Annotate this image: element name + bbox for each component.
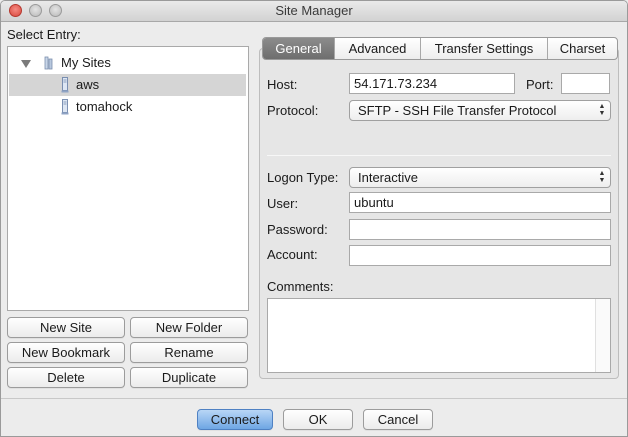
- logon-type-label: Logon Type:: [267, 170, 339, 185]
- new-site-button[interactable]: New Site: [7, 317, 125, 338]
- server-icon: [61, 77, 69, 93]
- tab-transfer-settings[interactable]: Transfer Settings: [421, 38, 548, 59]
- tab-advanced[interactable]: Advanced: [335, 38, 421, 59]
- host-input[interactable]: 54.171.73.234: [349, 73, 515, 94]
- logon-type-select[interactable]: Interactive ▲ ▼: [349, 167, 611, 188]
- connect-button[interactable]: Connect: [197, 409, 273, 430]
- tree-item-label: My Sites: [61, 55, 111, 70]
- select-arrows-icon: ▲ ▼: [598, 103, 606, 117]
- site-tree[interactable]: My Sites aws tomahock: [7, 46, 249, 311]
- tree-item-aws[interactable]: aws: [9, 74, 246, 96]
- disclosure-triangle-icon[interactable]: [21, 60, 31, 68]
- protocol-label: Protocol:: [267, 103, 319, 118]
- protocol-selected-value: SFTP - SSH File Transfer Protocol: [358, 103, 557, 118]
- duplicate-button[interactable]: Duplicate: [130, 367, 248, 388]
- user-input[interactable]: ubuntu: [349, 192, 611, 213]
- folder-icon: [44, 56, 53, 70]
- tree-item-tomahock[interactable]: tomahock: [8, 96, 248, 118]
- ok-button[interactable]: OK: [283, 409, 353, 430]
- tab-charset[interactable]: Charset: [548, 38, 617, 59]
- footer-divider: [1, 398, 627, 399]
- select-arrows-icon: ▲ ▼: [598, 170, 606, 184]
- user-label: User:: [267, 196, 299, 211]
- port-input[interactable]: [561, 73, 610, 94]
- tree-item-label: tomahock: [76, 99, 133, 114]
- delete-button[interactable]: Delete: [7, 367, 125, 388]
- window-title: Site Manager: [275, 3, 353, 18]
- comments-scrollbar[interactable]: [595, 299, 610, 372]
- site-manager-window: Site Manager Select Entry: My Sites aws: [0, 0, 628, 437]
- host-label: Host:: [267, 77, 298, 92]
- account-input[interactable]: [349, 245, 611, 266]
- comments-textarea[interactable]: [267, 298, 611, 373]
- new-folder-button[interactable]: New Folder: [130, 317, 248, 338]
- tree-item-label: aws: [76, 77, 100, 92]
- logon-type-selected-value: Interactive: [358, 170, 418, 185]
- title-bar: Site Manager: [1, 1, 627, 22]
- password-label: Password:: [267, 222, 328, 237]
- tab-general[interactable]: General: [263, 38, 335, 59]
- account-label: Account:: [267, 247, 318, 262]
- settings-tabs: General Advanced Transfer Settings Chars…: [262, 37, 618, 60]
- server-icon: [61, 99, 69, 115]
- password-input[interactable]: [349, 219, 611, 240]
- comments-label: Comments:: [267, 279, 334, 294]
- cancel-button[interactable]: Cancel: [363, 409, 433, 430]
- tree-item-my-sites[interactable]: My Sites: [8, 52, 248, 74]
- select-entry-label: Select Entry:: [7, 27, 81, 42]
- section-divider: [267, 155, 611, 156]
- protocol-select[interactable]: SFTP - SSH File Transfer Protocol ▲ ▼: [349, 100, 611, 121]
- new-bookmark-button[interactable]: New Bookmark: [7, 342, 125, 363]
- rename-button[interactable]: Rename: [130, 342, 248, 363]
- port-label: Port:: [526, 77, 554, 92]
